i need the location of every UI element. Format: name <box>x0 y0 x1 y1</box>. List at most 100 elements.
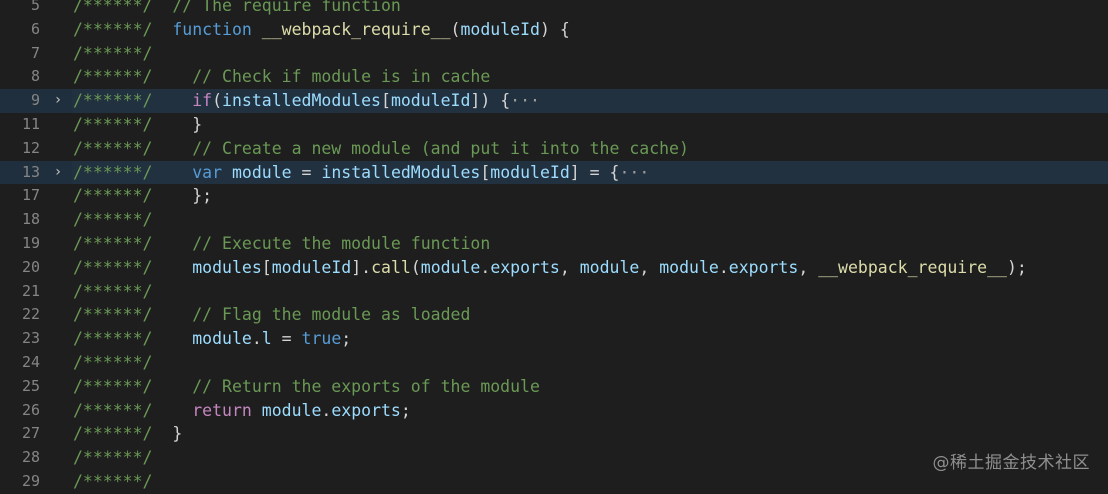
code-token: /******/ <box>73 305 153 325</box>
code-token: . <box>480 257 491 277</box>
code-content: /******/ } <box>73 422 1108 446</box>
code-token: exports <box>728 257 799 277</box>
line-number: 19 <box>21 233 40 252</box>
code-token: installedModules <box>222 91 381 111</box>
code-line[interactable]: 26 /******/ return module.exports; <box>0 399 1108 423</box>
code-token: ( <box>410 257 421 277</box>
line-number: 17 <box>21 186 40 205</box>
code-token: /******/ <box>73 43 153 63</box>
code-line[interactable]: 23 /******/ module.l = true; <box>0 327 1108 351</box>
code-editor[interactable]: 5 /******/ // The require function 6 /*****… <box>0 0 1108 494</box>
code-token: = <box>291 162 322 182</box>
code-token: module <box>192 329 252 349</box>
code-line[interactable]: 20/******/ modules[moduleId].call(module… <box>0 256 1108 280</box>
line-number: 9 <box>30 91 40 110</box>
code-line[interactable]: 5 /******/ // The require function <box>0 0 1108 18</box>
line-number: 18 <box>21 210 40 229</box>
code-token: __webpack_require__ <box>261 19 451 39</box>
code-token: [ <box>480 162 491 182</box>
code-token: moduleId <box>490 162 570 182</box>
code-token: /******/ <box>73 233 153 253</box>
code-content: /******/ // Check if module is in cache <box>73 65 1108 89</box>
code-line[interactable]: 18 /******/ <box>0 208 1108 232</box>
code-content: /******/ // Execute the module function <box>73 232 1108 256</box>
code-line[interactable]: 27 /******/ } <box>0 422 1108 446</box>
code-token: // Flag the module as loaded <box>192 305 471 325</box>
code-token: // Create a new module (and put it into … <box>192 138 689 158</box>
code-token: /******/ <box>73 471 153 491</box>
code-line[interactable]: 19 /******/ // Execute the module functio… <box>0 232 1108 256</box>
code-line[interactable]: 8 /******/ // Check if module is in cache <box>0 65 1108 89</box>
code-token: ] = { <box>569 162 620 182</box>
code-token: }; <box>152 186 213 206</box>
code-content: /******/ var module = installedModules[m… <box>73 161 1108 185</box>
code-line[interactable]: 24 /******/ <box>0 351 1108 375</box>
line-number: 28 <box>21 448 40 467</box>
code-line[interactable]: 9 › /******/ if(installedModules[moduleId]… <box>0 89 1108 113</box>
code-token: ; <box>400 400 411 420</box>
code-content: /******/ return module.exports; <box>73 399 1108 423</box>
line-number: 26 <box>21 400 40 419</box>
code-line[interactable]: 6 /******/ function __webpack_require__(m… <box>0 18 1108 42</box>
code-content: /******/ <box>73 208 1108 232</box>
code-content: /******/ // The require function <box>73 0 1108 18</box>
code-token: } <box>152 424 183 444</box>
code-content: /******/ // Flag the module as loaded <box>73 303 1108 327</box>
line-number: 21 <box>21 281 40 300</box>
code-token: /******/ <box>73 67 153 87</box>
code-content: /******/ function __webpack_require__(mo… <box>73 18 1108 42</box>
code-line[interactable]: 17 /******/ }; <box>0 184 1108 208</box>
code-token: module <box>420 257 481 277</box>
code-token: /******/ <box>73 448 153 468</box>
code-line[interactable]: 12 /******/ // Create a new module (and p… <box>0 137 1108 161</box>
code-line[interactable]: 21 /******/ <box>0 280 1108 304</box>
code-token: function <box>172 19 252 39</box>
line-number: 29 <box>21 471 40 490</box>
code-line[interactable]: 22 /******/ // Flag the module as loaded <box>0 303 1108 327</box>
code-token: ; <box>341 329 352 349</box>
line-number: 6 <box>30 19 40 38</box>
code-token: true <box>301 329 342 349</box>
chevron-right-icon[interactable]: › <box>51 89 65 113</box>
code-line[interactable]: 11 /******/ } <box>0 113 1108 137</box>
code-token: installedModules <box>321 162 481 182</box>
code-token: exports <box>331 400 401 420</box>
code-token: . <box>251 329 262 349</box>
line-number: 8 <box>30 67 40 86</box>
code-token: moduleId <box>390 91 471 111</box>
code-token: ); <box>1006 257 1027 277</box>
code-content: /******/ <box>73 351 1108 375</box>
code-line[interactable]: 7 /******/ <box>0 42 1108 66</box>
line-number: 12 <box>21 138 40 157</box>
line-number: 25 <box>21 376 40 395</box>
chevron-right-icon[interactable]: › <box>51 161 65 185</box>
code-token: module <box>261 400 322 420</box>
code-token: /******/ <box>73 281 153 301</box>
code-content: /******/ <box>73 42 1108 66</box>
code-token: // Check if module is in cache <box>192 67 491 87</box>
code-line[interactable]: 13 › /******/ var module = installedModule… <box>0 160 1108 185</box>
line-number: 23 <box>21 329 40 348</box>
code-token: /******/ <box>73 91 153 111</box>
code-token: /******/ <box>73 162 153 182</box>
code-token: } <box>152 114 203 134</box>
folded-ellipsis[interactable]: ··· <box>619 163 649 182</box>
line-number: 27 <box>21 424 40 443</box>
code-line[interactable]: 29 /******/ <box>0 470 1108 494</box>
code-token: /******/ <box>73 257 153 277</box>
code-token: moduleId <box>271 257 352 277</box>
code-token: /******/ <box>73 329 153 349</box>
code-line[interactable]: 25 /******/ // Return the exports of the … <box>0 375 1108 399</box>
folded-ellipsis[interactable]: ··· <box>510 91 540 110</box>
code-content: /******/ // Return the exports of the mo… <box>73 375 1108 399</box>
code-token: // The require function <box>172 0 401 15</box>
code-token: ( <box>212 91 223 111</box>
code-content: /******/ // Create a new module (and put… <box>73 137 1108 161</box>
